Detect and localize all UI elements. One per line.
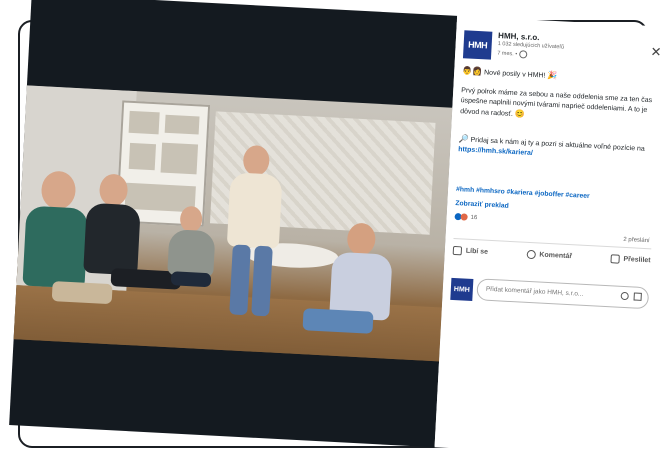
comment-button[interactable]: Komentář (526, 249, 573, 261)
close-icon[interactable]: ✕ (650, 44, 660, 61)
hashtags[interactable]: #hmh #hmhsro #kariera #joboffer #career (456, 186, 590, 200)
commenter-avatar: HMH (450, 277, 474, 302)
paragraph-1-text: Prvý polrok máme za sebou a naše oddelen… (459, 87, 653, 118)
post-panel: HMH HMH, s.r.o. 1 032 sledujúcich užívat… (434, 15, 660, 458)
reaction-count: 16 (470, 214, 478, 221)
like-button[interactable]: Líbí se (452, 245, 489, 257)
share-icon (610, 254, 620, 264)
company-logo[interactable]: HMH (462, 30, 493, 60)
career-link[interactable]: https://hmh.sk/kariera/ (458, 146, 533, 157)
post-time: 7 mes. • (497, 49, 527, 59)
thumbs-up-icon (452, 245, 463, 256)
post-paragraph-1: Prvý polrok máme za sebou a naše oddelen… (460, 86, 660, 127)
share-label: Přeslilet (623, 255, 651, 265)
comment-input[interactable]: Přidat komentář jako HMH, s.r.o... (476, 278, 650, 310)
image-icon[interactable] (633, 292, 642, 301)
comment-placeholder: Přidat komentář jako HMH, s.r.o... (485, 285, 584, 298)
comment-label: Komentář (539, 251, 573, 261)
team-photo[interactable] (13, 85, 453, 362)
post-time-text: 7 mes. • (497, 50, 518, 58)
people-emoji-icon: 👨‍👩‍ (462, 66, 483, 77)
headline-text: Nové posily v HMH! (483, 69, 546, 80)
globe-icon (518, 50, 527, 59)
show-translation-link[interactable]: Zobraziť preklad (455, 200, 509, 210)
shares-count[interactable]: 2 přeslání (623, 237, 650, 244)
post-headline: 👨‍👩‍ Nové posily v HMH! 🎉 (462, 66, 660, 87)
post-paragraph-2: 🔎 Pridaj sa k nám aj ty a pozri si aktuá… (458, 134, 659, 165)
emoji-icon[interactable] (620, 291, 629, 301)
post-actions: Líbí se Komentář Přeslilet (452, 245, 651, 265)
post-media (9, 0, 458, 448)
post-card: HMH HMH, s.r.o. 1 032 sledujúcich užívat… (9, 0, 660, 458)
comment-icon (526, 249, 536, 260)
smile-emoji-icon: 😊 (514, 109, 526, 119)
share-button[interactable]: Přeslilet (610, 254, 651, 265)
heart-reaction-icon (460, 213, 468, 221)
like-label: Líbí se (465, 247, 489, 256)
sparkle-emoji-icon: 🎉 (547, 70, 558, 81)
reactions-summary[interactable]: 16 (454, 212, 478, 221)
magnifier-emoji-icon: 🔎 (458, 134, 469, 144)
